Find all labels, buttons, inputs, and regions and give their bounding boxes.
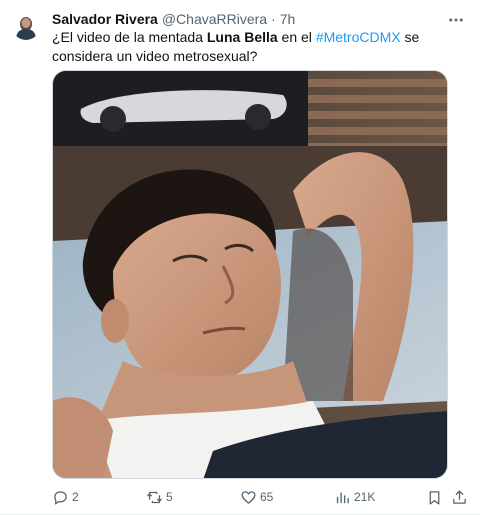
tweet-text-bold: Luna Bella: [206, 29, 278, 45]
heart-icon: [241, 490, 256, 504]
reply-icon: [54, 490, 67, 505]
bookmark-icon: [429, 490, 440, 505]
tweet-text-part1: ¿El video de la mentada: [52, 29, 207, 45]
hashtag-link[interactable]: #MetroCDMX: [316, 29, 401, 45]
tweet: Salvador Rivera @ChavaRRivera · 7h ¿El v…: [0, 0, 480, 515]
share-icon: [453, 489, 466, 504]
reply-button[interactable]: 2: [52, 485, 79, 509]
repost-button[interactable]: 5: [146, 485, 173, 509]
like-count: 65: [260, 490, 274, 504]
bookmark-button[interactable]: [426, 485, 443, 509]
tweet-text: ¿El video de la mentada Luna Bella en el…: [52, 28, 462, 66]
views-button[interactable]: 21K: [334, 485, 375, 509]
reply-count: 2: [72, 490, 79, 504]
avatar[interactable]: [12, 12, 40, 40]
tweet-text-part2: en el: [277, 29, 316, 45]
tweet-image[interactable]: [52, 70, 448, 479]
timestamp[interactable]: 7h: [280, 11, 296, 27]
repost-count: 5: [166, 490, 173, 504]
author-name[interactable]: Salvador Rivera: [52, 11, 158, 27]
action-bar: 2 5 65 21K: [52, 485, 472, 509]
like-button[interactable]: 65: [240, 485, 273, 509]
tweet-header: Salvador Rivera @ChavaRRivera · 7h: [52, 9, 295, 29]
views-icon: [336, 492, 349, 503]
author-handle[interactable]: @ChavaRRivera: [162, 11, 267, 27]
repost-icon: [146, 491, 163, 503]
more-dots-icon: [449, 18, 463, 22]
separator-dot: ·: [271, 11, 276, 27]
share-button[interactable]: [451, 485, 468, 509]
views-count: 21K: [354, 490, 376, 504]
